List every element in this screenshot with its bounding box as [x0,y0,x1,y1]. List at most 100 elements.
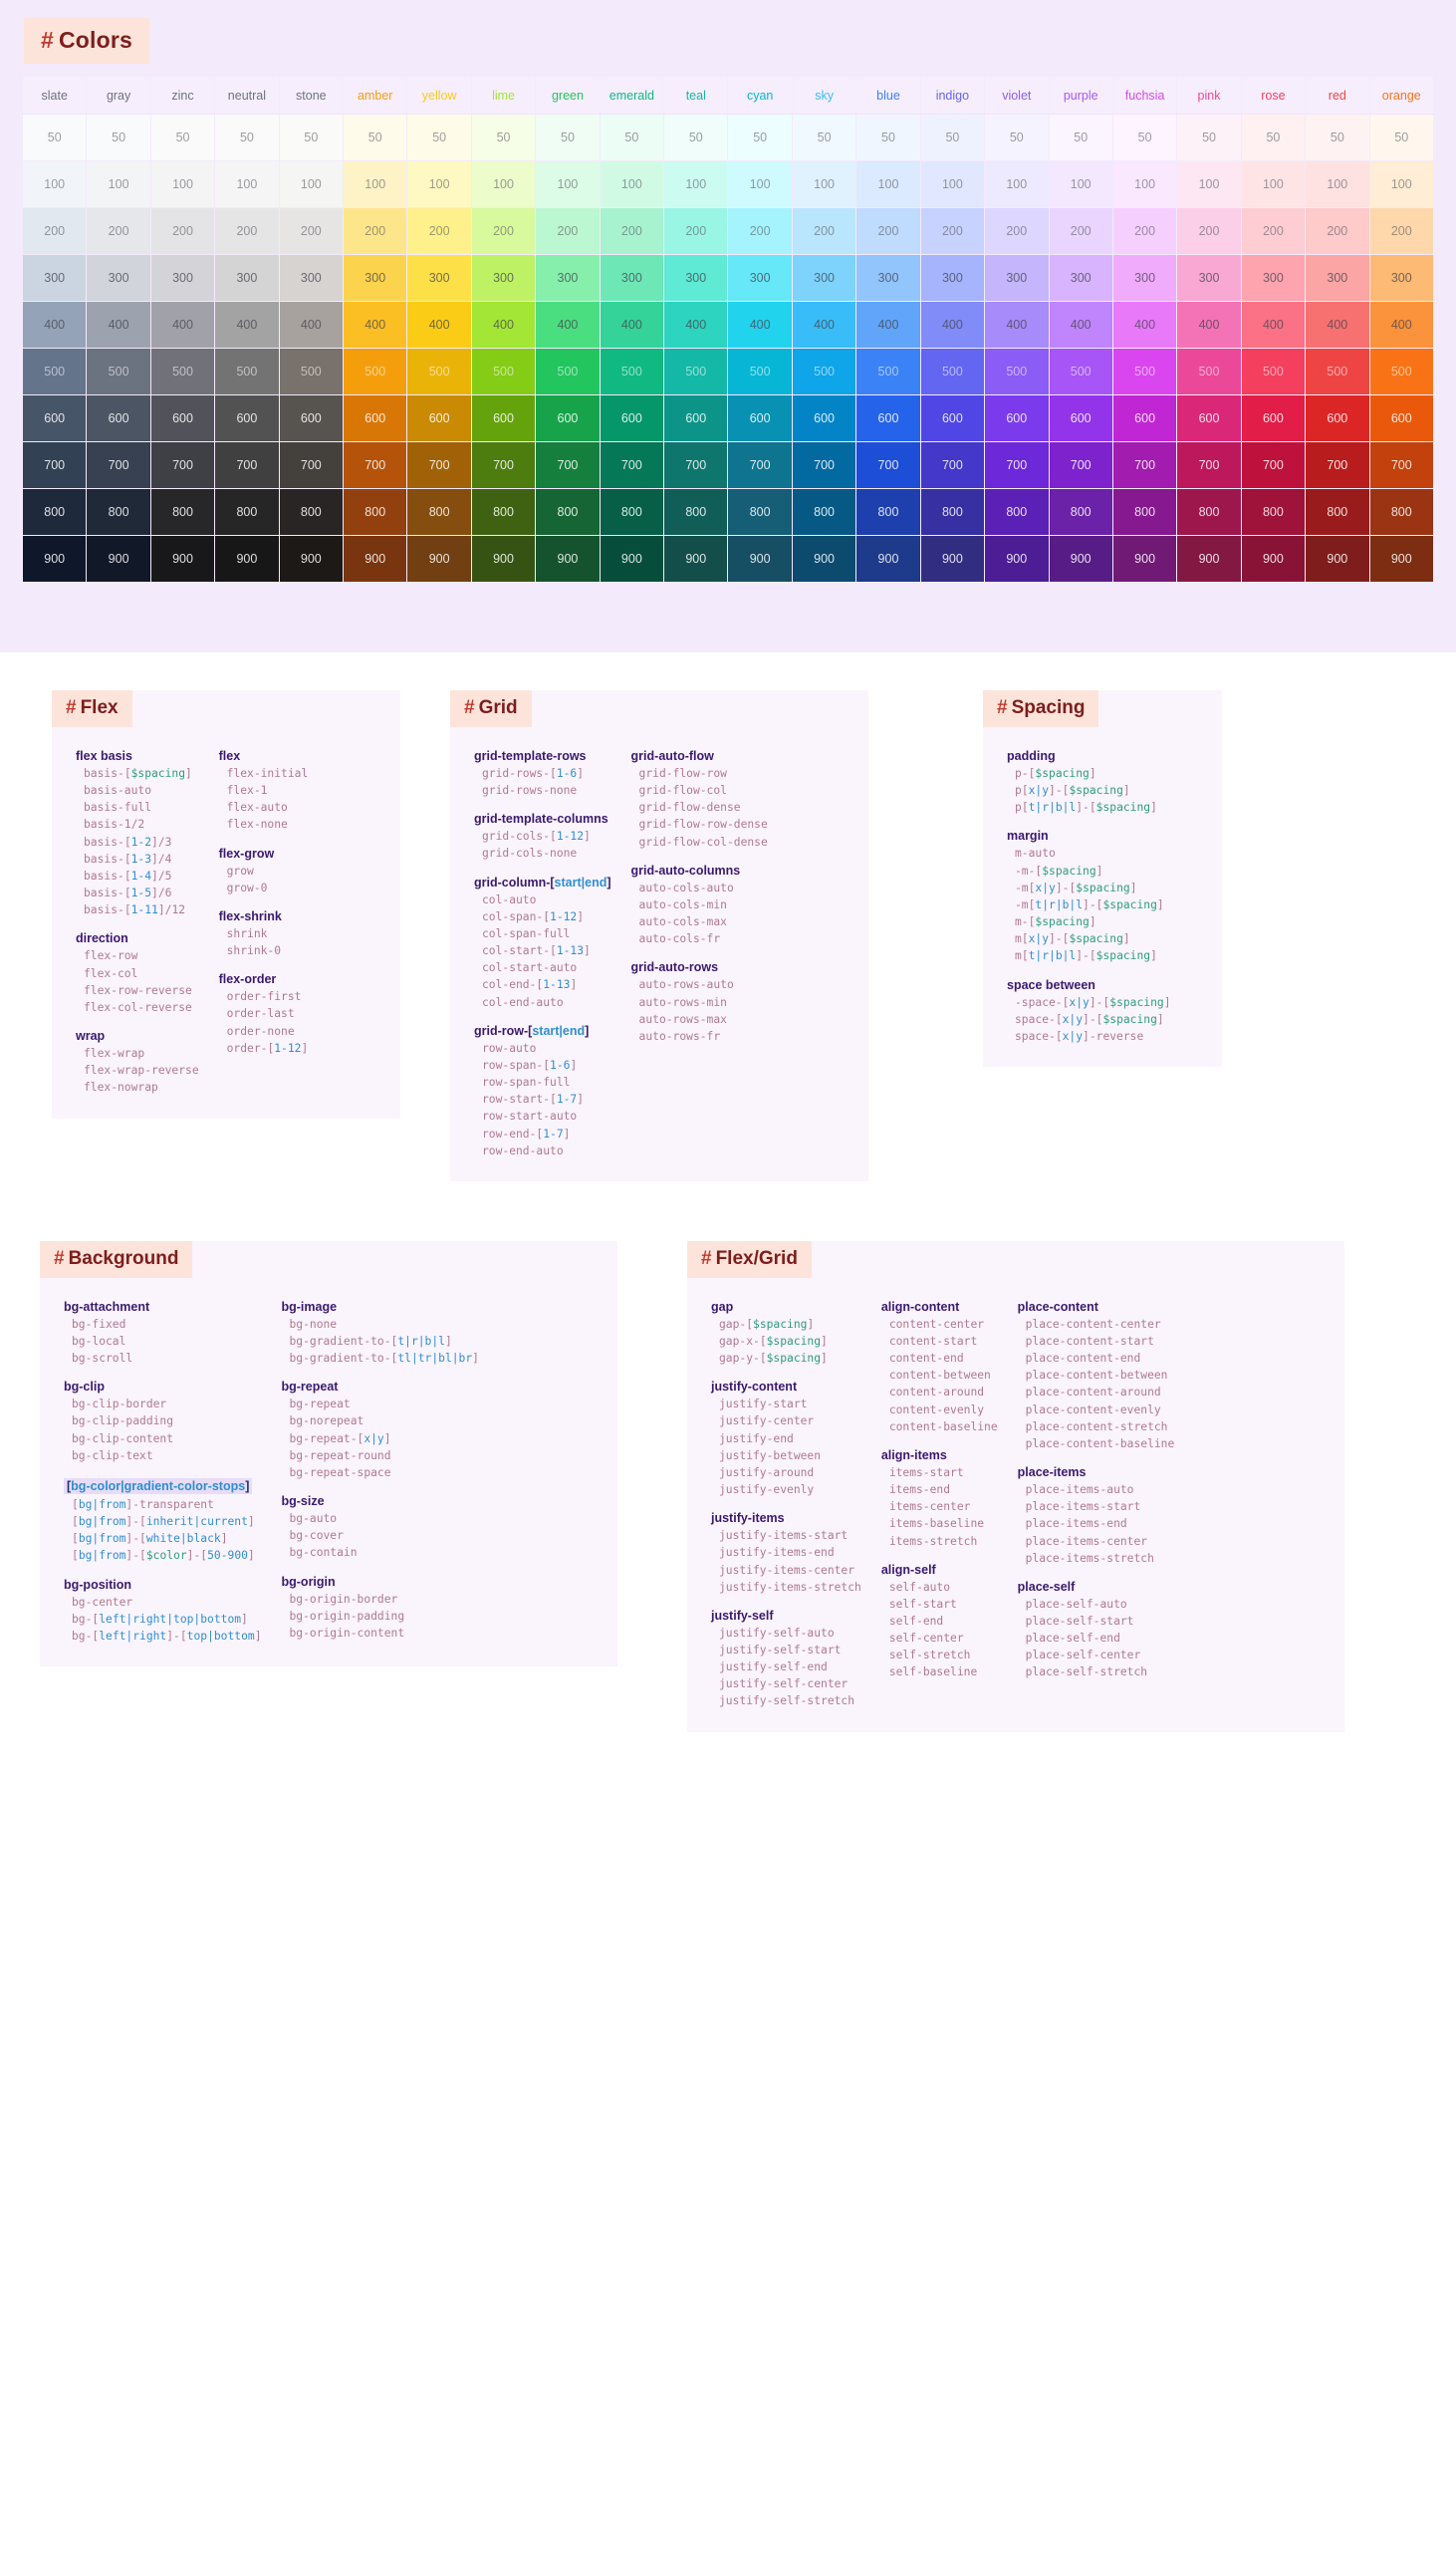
color-swatch-cell[interactable]: 300 [149,254,216,302]
color-swatch-cell[interactable]: 700 [86,441,151,489]
color-swatch-cell[interactable]: 500 [855,348,921,395]
utility-item[interactable]: row-start-auto [474,1108,611,1125]
color-swatch-cell[interactable]: 900 [86,535,151,583]
color-swatch-cell[interactable]: 600 [535,394,601,442]
utility-item[interactable]: bg-contain [282,1544,479,1561]
utility-item[interactable]: basis-[1-4]/5 [76,868,199,885]
color-swatch-cell[interactable]: 200 [599,207,665,255]
color-swatch-cell[interactable]: 500 [149,348,216,395]
color-swatch-cell[interactable]: 200 [1048,207,1113,255]
utility-item[interactable]: row-end-auto [474,1143,611,1159]
color-swatch-cell[interactable]: 400 [406,301,472,349]
utility-item[interactable]: place-items-end [1018,1515,1175,1532]
color-swatch-cell[interactable]: 700 [919,441,986,489]
color-swatch-cell[interactable]: 500 [919,348,986,395]
utility-item[interactable]: justify-self-auto [711,1625,861,1642]
utility-item[interactable]: basis-1/2 [76,816,199,833]
color-swatch-cell[interactable]: 800 [599,488,665,536]
color-swatch-cell[interactable]: 100 [343,160,408,208]
utility-item[interactable]: order-last [219,1005,309,1022]
color-swatch-cell[interactable]: 500 [1240,348,1307,395]
utility-item[interactable]: justify-self-start [711,1642,861,1658]
color-swatch-cell[interactable]: 600 [1240,394,1307,442]
color-swatch-cell[interactable]: 900 [1305,535,1370,583]
utility-item[interactable]: auto-cols-min [631,896,768,913]
utility-item[interactable]: gap-y-[$spacing] [711,1350,861,1367]
color-swatch-cell[interactable]: 500 [791,348,857,395]
color-swatch-cell[interactable]: 100 [919,160,986,208]
utility-item[interactable]: items-stretch [881,1533,998,1550]
color-swatch-cell[interactable]: 800 [791,488,857,536]
color-swatch-cell[interactable]: 400 [1368,301,1435,349]
utility-item[interactable]: content-center [881,1316,998,1333]
color-swatch-cell[interactable]: 600 [1048,394,1113,442]
color-swatch-cell[interactable]: 100 [1240,160,1307,208]
utility-item[interactable]: bg-scroll [64,1350,262,1367]
color-swatch-cell[interactable]: 600 [278,394,345,442]
utility-item[interactable]: justify-self-end [711,1658,861,1675]
utility-item[interactable]: flex-nowrap [76,1079,199,1096]
color-swatch-cell[interactable]: 900 [343,535,408,583]
utility-item[interactable]: auto-rows-fr [631,1028,768,1045]
color-swatch-cell[interactable]: 200 [1240,207,1307,255]
color-swatch-cell[interactable]: 600 [406,394,472,442]
color-swatch-cell[interactable]: 600 [21,394,88,442]
color-swatch-cell[interactable]: 200 [1305,207,1370,255]
utility-item[interactable]: row-auto [474,1040,611,1057]
utility-item[interactable]: row-start-[1-7] [474,1091,611,1108]
color-swatch-cell[interactable]: 800 [86,488,151,536]
color-swatch-cell[interactable]: 800 [919,488,986,536]
utility-item[interactable]: justify-center [711,1412,861,1429]
color-swatch-cell[interactable]: 300 [1240,254,1307,302]
color-swatch-cell[interactable]: 700 [791,441,857,489]
color-swatch-cell[interactable]: 200 [1368,207,1435,255]
utility-item[interactable]: p[x|y]-[$spacing] [1007,782,1171,799]
color-swatch-cell[interactable]: 400 [1305,301,1370,349]
color-swatch-cell[interactable]: 50 [214,114,280,161]
utility-item[interactable]: bg-fixed [64,1316,262,1333]
color-swatch-cell[interactable]: 100 [278,160,345,208]
color-swatch-cell[interactable]: 100 [1176,160,1242,208]
color-swatch-cell[interactable]: 300 [470,254,537,302]
color-swatch-cell[interactable]: 900 [984,535,1050,583]
utility-item[interactable]: bg-gradient-to-[t|r|b|l] [282,1333,479,1350]
utility-item[interactable]: col-auto [474,892,611,908]
color-swatch-cell[interactable]: 400 [343,301,408,349]
color-swatch-cell[interactable]: 900 [535,535,601,583]
utility-item[interactable]: content-start [881,1333,998,1350]
color-swatch-cell[interactable]: 200 [278,207,345,255]
utility-item[interactable]: basis-[1-2]/3 [76,834,199,851]
utility-item[interactable]: place-self-start [1018,1613,1175,1630]
color-swatch-cell[interactable]: 500 [214,348,280,395]
utility-item[interactable]: place-content-baseline [1018,1435,1175,1452]
utility-item[interactable]: flex-col [76,965,199,982]
utility-item[interactable]: bg-clip-content [64,1430,262,1447]
utility-item[interactable]: p[t|r|b|l]-[$spacing] [1007,799,1171,816]
color-swatch-cell[interactable]: 50 [1305,114,1370,161]
color-swatch-cell[interactable]: 800 [278,488,345,536]
color-swatch-cell[interactable]: 500 [406,348,472,395]
utility-item[interactable]: bg-[left|right]-[top|bottom] [64,1628,262,1645]
utility-item[interactable]: bg-auto [282,1510,479,1527]
utility-item[interactable]: flex-wrap [76,1045,199,1062]
color-swatch-cell[interactable]: 800 [1305,488,1370,536]
color-swatch-cell[interactable]: 50 [535,114,601,161]
color-swatch-cell[interactable]: 100 [727,160,793,208]
utility-item[interactable]: basis-[1-5]/6 [76,885,199,901]
color-swatch-cell[interactable]: 800 [855,488,921,536]
utility-item[interactable]: grid-cols-[1-12] [474,828,611,845]
utility-item[interactable]: bg-origin-content [282,1625,479,1642]
color-swatch-cell[interactable]: 200 [727,207,793,255]
color-swatch-cell[interactable]: 400 [663,301,729,349]
utility-item[interactable]: place-content-stretch [1018,1418,1175,1435]
utility-item[interactable]: items-baseline [881,1515,998,1532]
utility-item[interactable]: auto-cols-fr [631,930,768,947]
utility-item[interactable]: bg-none [282,1316,479,1333]
color-swatch-cell[interactable]: 100 [1368,160,1435,208]
color-swatch-cell[interactable]: 400 [278,301,345,349]
utility-item[interactable]: self-end [881,1613,998,1630]
color-swatch-cell[interactable]: 100 [663,160,729,208]
color-swatch-cell[interactable]: 900 [663,535,729,583]
utility-item[interactable]: place-content-around [1018,1384,1175,1401]
utility-item[interactable]: bg-origin-border [282,1591,479,1608]
